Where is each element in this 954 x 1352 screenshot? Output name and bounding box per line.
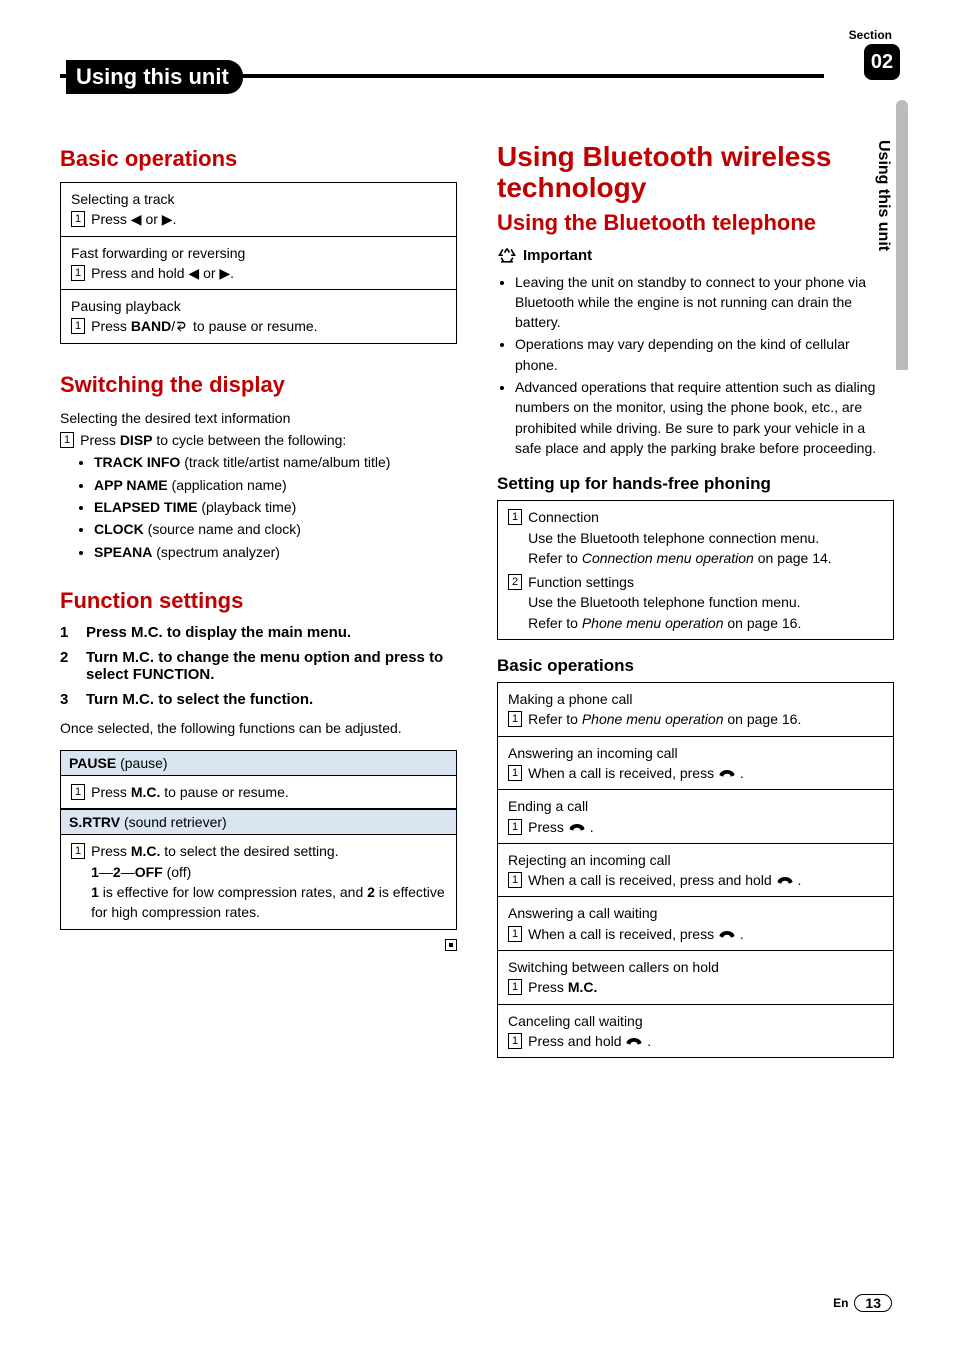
phone-icon	[568, 821, 586, 833]
step-number: 1	[508, 765, 522, 781]
box-title: Rejecting an incoming call	[508, 850, 883, 870]
box-title: Switching between callers on hold	[508, 957, 883, 977]
step-1: Press M.C. to display the main menu.	[86, 624, 457, 641]
step-number: 1	[508, 819, 522, 835]
box-fast-forward: Fast forwarding or reversing 1 Press and …	[60, 237, 457, 291]
step-text: Press and hold .	[528, 1031, 651, 1051]
side-tab-text: Using this unit	[874, 140, 892, 251]
step-text: Function settings Use the Bluetooth tele…	[528, 572, 801, 633]
box-answer-call: Answering an incoming call 1 When a call …	[497, 737, 894, 791]
box-title: Pausing playback	[71, 296, 446, 316]
step-text: Press M.C. to pause or resume.	[91, 782, 289, 802]
list-item: SPEANA (spectrum analyzer)	[94, 542, 457, 562]
box-reject-call: Rejecting an incoming call 1 When a call …	[497, 844, 894, 898]
box-title: Answering an incoming call	[508, 743, 883, 763]
phone-icon	[776, 874, 794, 886]
language-code: En	[833, 1296, 848, 1310]
important-label: Important	[497, 246, 894, 266]
step-number: 1	[508, 926, 522, 942]
step-text: Press M.C.	[528, 977, 597, 997]
box-cancel-waiting: Canceling call waiting 1 Press and hold .	[497, 1005, 894, 1059]
escape-icon	[175, 320, 189, 332]
step-text: Press .	[528, 817, 593, 837]
step-number: 1	[508, 1033, 522, 1049]
function-note: Once selected, the following functions c…	[60, 718, 457, 738]
function-steps: 1Press M.C. to display the main menu. 2T…	[60, 624, 457, 708]
section-end-marker	[60, 938, 457, 956]
pause-header: PAUSE (pause)	[60, 750, 457, 775]
box-end-call: Ending a call 1 Press .	[497, 790, 894, 844]
step-text: Press M.C. to select the desired setting…	[91, 841, 446, 922]
heading-basic-operations: Basic operations	[60, 146, 457, 172]
step-number: 1	[71, 843, 85, 859]
srtrv-header: S.RTRV (sound retriever)	[60, 809, 457, 834]
step-text: When a call is received, press .	[528, 924, 744, 944]
box-title: Ending a call	[508, 796, 883, 816]
step-number: 1	[508, 509, 522, 525]
box-title: Selecting a track	[71, 189, 446, 209]
list-item: Operations may vary depending on the kin…	[515, 334, 894, 375]
heading-bluetooth: Using Bluetooth wireless technology	[497, 142, 894, 204]
recycle-icon	[497, 246, 517, 266]
list-item: ELAPSED TIME (playback time)	[94, 497, 457, 517]
list-item: APP NAME (application name)	[94, 475, 457, 495]
step-text: When a call is received, press and hold …	[528, 870, 801, 890]
step-text: When a call is received, press .	[528, 763, 744, 783]
step-text: Press DISP to cycle between the followin…	[80, 430, 346, 450]
box-pausing-playback: Pausing playback 1 Press BAND/ to pause …	[60, 290, 457, 344]
step-number: 1	[508, 979, 522, 995]
box-make-call: Making a phone call 1 Refer to Phone menu…	[497, 682, 894, 737]
step-text: Press and hold ◀ or ▶.	[91, 263, 234, 283]
step-text: Press BAND/ to pause or resume.	[91, 316, 317, 336]
end-square-icon	[445, 939, 457, 951]
heading-function-settings: Function settings	[60, 588, 457, 614]
section-label: Section	[849, 28, 892, 42]
heading-setup-handsfree: Setting up for hands-free phoning	[497, 474, 894, 494]
list-item: Leaving the unit on standby to connect t…	[515, 272, 894, 333]
display-options-list: TRACK INFO (track title/artist name/albu…	[94, 452, 457, 561]
step-2: Turn M.C. to change the menu option and …	[86, 649, 457, 683]
step-number: 1	[508, 711, 522, 727]
heading-basic-ops-2: Basic operations	[497, 656, 894, 676]
list-item: TRACK INFO (track title/artist name/albu…	[94, 452, 457, 472]
step-number: 1	[71, 265, 85, 281]
box-switch-callers: Switching between callers on hold 1 Press…	[497, 951, 894, 1005]
step-number: 2	[508, 574, 522, 590]
box-title: Answering a call waiting	[508, 903, 883, 923]
step-number: 1	[71, 211, 85, 227]
step-text: Connection Use the Bluetooth telephone c…	[528, 507, 832, 568]
srtrv-body: 1 Press M.C. to select the desired setti…	[60, 834, 457, 929]
step-3: Turn M.C. to select the function.	[86, 691, 457, 708]
step-number: 1	[60, 432, 74, 448]
heading-bt-phone: Using the Bluetooth telephone	[497, 210, 894, 236]
page-footer: En 13	[833, 1294, 892, 1312]
heading-switching-display: Switching the display	[60, 372, 457, 398]
box-setup: 1 Connection Use the Bluetooth telephone…	[497, 500, 894, 640]
step-number: 1	[71, 784, 85, 800]
box-title: Fast forwarding or reversing	[71, 243, 446, 263]
chapter-tab-bar: Using this unit	[60, 60, 894, 100]
pause-body: 1 Press M.C. to pause or resume.	[60, 775, 457, 809]
step-number: 1	[508, 872, 522, 888]
step-number: 1	[71, 318, 85, 334]
side-tab-bg	[896, 100, 908, 370]
box-title: Canceling call waiting	[508, 1011, 883, 1031]
right-column: Using Bluetooth wireless technology Usin…	[497, 140, 894, 1058]
switch-lead: Selecting the desired text information	[60, 408, 457, 428]
list-item: Advanced operations that require attenti…	[515, 377, 894, 458]
box-selecting-track: Selecting a track 1 Press ◀ or ▶.	[60, 182, 457, 237]
list-item: CLOCK (source name and clock)	[94, 519, 457, 539]
chapter-title: Using this unit	[66, 60, 243, 94]
phone-icon	[625, 1035, 643, 1047]
page-number: 13	[854, 1294, 892, 1312]
box-title: Making a phone call	[508, 689, 883, 709]
important-list: Leaving the unit on standby to connect t…	[515, 272, 894, 459]
box-call-waiting: Answering a call waiting 1 When a call is…	[497, 897, 894, 951]
step-text: Refer to Phone menu operation on page 16…	[528, 709, 801, 729]
phone-icon	[718, 928, 736, 940]
step-text: Press ◀ or ▶.	[91, 209, 176, 229]
left-column: Basic operations Selecting a track 1Pres…	[60, 140, 457, 1058]
phone-icon	[718, 767, 736, 779]
